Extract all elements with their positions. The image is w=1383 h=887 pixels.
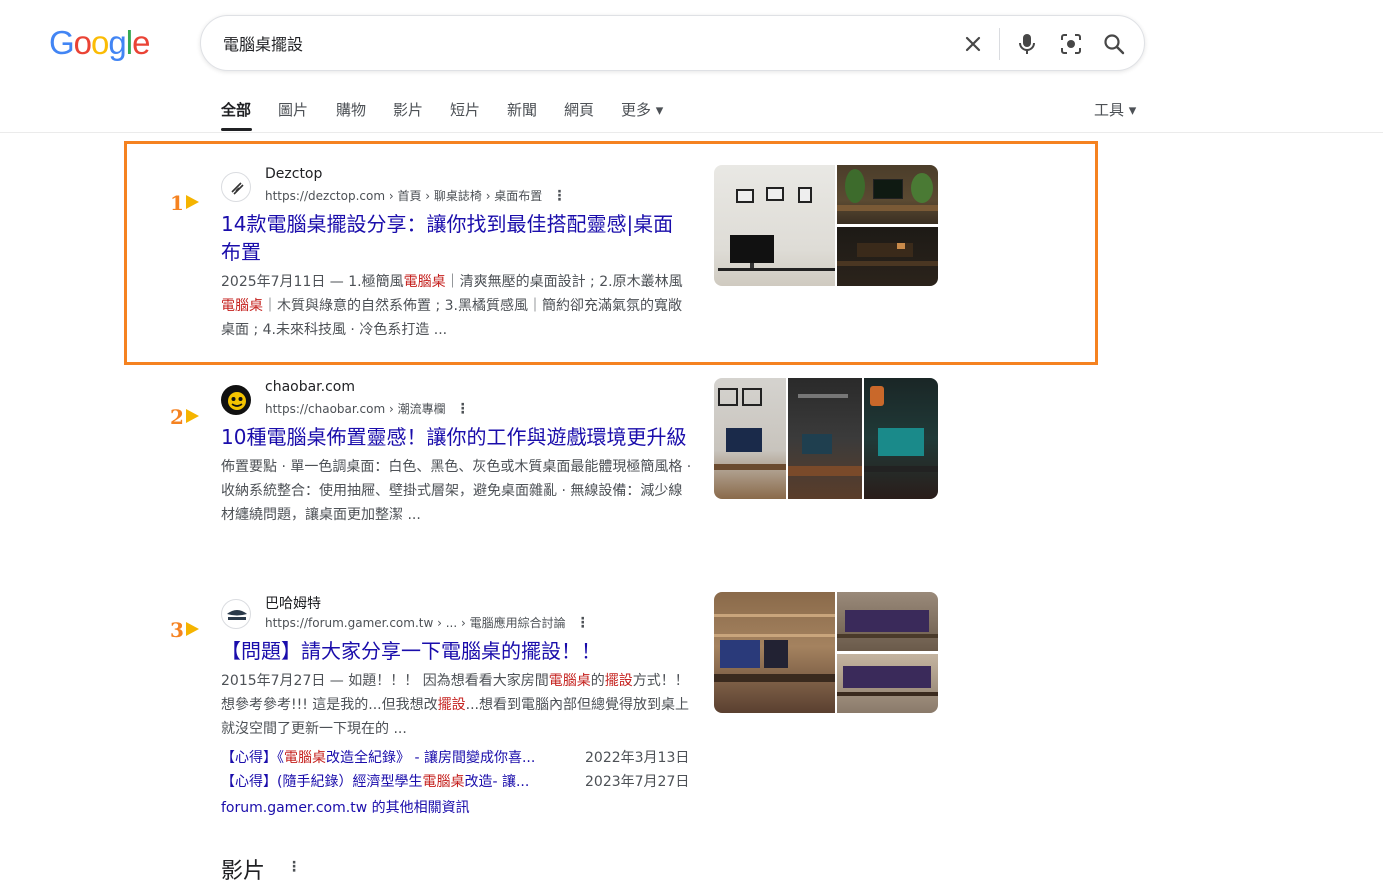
site-name: Dezctop [265, 166, 323, 182]
more-results-link[interactable]: forum.gamer.com.tw 的其他相關資訊 [221, 797, 693, 817]
result-thumbnails[interactable] [714, 165, 938, 286]
thumbnail-image[interactable] [837, 165, 938, 224]
thumbnail-image[interactable] [788, 378, 862, 499]
section-title: 影片 [221, 859, 266, 884]
site-favicon [221, 385, 251, 415]
site-url: https://chaobar.com › 潮流專欄 ⋮ [265, 401, 470, 417]
result-marker-3: 3 [170, 618, 199, 642]
result-title[interactable]: 14款電腦桌擺設分享：讓你找到最佳搭配靈感|桌面布置 [221, 210, 693, 266]
sublink-date: 2022年3月13日 [585, 750, 690, 766]
result-title[interactable]: 10種電腦桌佈置靈感！讓你的工作與遊戲環境更升級 [221, 423, 693, 451]
search-result: 巴哈姆特 https://forum.gamer.com.tw › ... › … [221, 593, 693, 817]
logo-letter: o [73, 24, 92, 61]
google-logo[interactable]: Google [49, 24, 150, 62]
arrow-icon [185, 622, 199, 636]
microphone-icon[interactable] [1013, 30, 1041, 58]
marker-number: 3 [170, 618, 184, 642]
search-divider [999, 28, 1000, 60]
close-icon[interactable] [959, 30, 987, 58]
site-name: 巴哈姆特 [265, 596, 321, 612]
snippet-text: 2015年7月27日 — 如題！！！ 因為想看看大家房間 [221, 673, 549, 689]
snippet-text: ｜木質與綠意的自然系佈置 ; 3.黑橘質感風｜簡約卻充滿氣氛的寬敞桌面 ; 4.… [221, 298, 682, 338]
result-source[interactable]: 巴哈姆特 https://forum.gamer.com.tw › ... › … [221, 593, 693, 637]
sublink-row[interactable]: 【心得】(隨手紀錄）經濟型學生電腦桌改造- 讓... 2023年7月27日 [221, 771, 693, 795]
site-favicon [221, 172, 251, 202]
site-url: https://dezctop.com › 首頁 › 聊桌誌椅 › 桌面布置 ⋮ [265, 188, 566, 204]
more-options-icon[interactable]: ⋮ [456, 401, 470, 417]
search-icon[interactable] [1100, 30, 1128, 58]
tools-button[interactable]: 工具 ▾ [1094, 99, 1136, 120]
thumbnail-image[interactable] [714, 378, 786, 499]
tab-images[interactable]: 圖片 [278, 99, 308, 120]
arrow-icon [185, 195, 199, 209]
result-snippet: 2015年7月27日 — 如題！！！ 因為想看看大家房間電腦桌的擺設方式！！想參… [221, 669, 693, 741]
thumbnail-image[interactable] [714, 592, 835, 713]
site-url: https://forum.gamer.com.tw › ... › 電腦應用綜… [265, 615, 590, 631]
snippet-highlight: 擺設 [437, 697, 466, 713]
result-source[interactable]: Dezctop https://dezctop.com › 首頁 › 聊桌誌椅 … [221, 166, 693, 210]
tab-videos[interactable]: 影片 [393, 99, 423, 120]
snippet-highlight: 電腦桌 [548, 673, 591, 689]
thumbnail-image[interactable] [864, 378, 938, 499]
result-title[interactable]: 【問題】請大家分享一下電腦桌的擺設！！ [221, 637, 693, 665]
thumbnail-image[interactable] [837, 227, 938, 286]
tab-all[interactable]: 全部 [221, 99, 251, 120]
marker-number: 1 [170, 191, 184, 215]
snippet-text: 2025年7月11日 — 1.極簡風 [221, 274, 404, 290]
result-snippet: 2025年7月11日 — 1.極簡風電腦桌｜清爽無壓的桌面設計 ; 2.原木叢林… [221, 270, 693, 342]
header-divider [0, 132, 1383, 133]
result-thumbnails[interactable] [714, 592, 938, 713]
sublink[interactable]: 【心得】《電腦桌改造全紀錄》 - 讓房間變成你喜... [221, 747, 535, 767]
logo-letter: g [108, 24, 126, 61]
thumbnail-image[interactable] [714, 165, 835, 286]
more-options-icon[interactable]: ⋮ [287, 859, 301, 875]
more-options-icon[interactable]: ⋮ [576, 615, 590, 631]
search-result: Dezctop https://dezctop.com › 首頁 › 聊桌誌椅 … [221, 166, 693, 342]
tab-news[interactable]: 新聞 [507, 99, 537, 120]
marker-number: 2 [170, 405, 184, 429]
sublink-date: 2023年7月27日 [585, 774, 690, 790]
arrow-icon [185, 409, 199, 423]
snippet-text: ｜清爽無壓的桌面設計 ; 2.原木叢林風 [445, 274, 683, 290]
tab-shopping[interactable]: 購物 [336, 99, 366, 120]
result-source[interactable]: chaobar.com https://chaobar.com › 潮流專欄 ⋮ [221, 379, 693, 423]
snippet-highlight: 電腦桌 [403, 274, 446, 290]
active-tab-indicator [221, 128, 252, 131]
result-snippet: 佈置要點 · 單一色調桌面：白色、黑色、灰色或木質桌面最能體現極簡風格 · 收納… [221, 455, 693, 527]
more-options-icon[interactable]: ⋮ [552, 188, 566, 204]
snippet-highlight: 擺設 [604, 673, 633, 689]
thumbnail-image[interactable] [837, 654, 938, 713]
sublink[interactable]: 【心得】(隨手紀錄）經濟型學生電腦桌改造- 讓... [221, 771, 529, 791]
logo-letter: o [91, 24, 109, 61]
search-input[interactable]: 電腦桌擺設 [223, 31, 303, 55]
snippet-highlight: 電腦桌 [221, 298, 263, 314]
tab-web[interactable]: 網頁 [564, 99, 594, 120]
logo-letter: e [132, 24, 150, 61]
site-favicon [221, 599, 251, 629]
camera-lens-icon[interactable] [1057, 30, 1085, 58]
result-thumbnails[interactable] [714, 378, 938, 499]
site-name: chaobar.com [265, 379, 356, 395]
search-box[interactable]: 電腦桌擺設 [200, 15, 1145, 71]
result-marker-2: 2 [170, 405, 199, 429]
snippet-text: 佈置要點 · 單一色調桌面：白色、黑色、灰色或木質桌面最能體現極簡風格 · 收納… [221, 459, 692, 523]
logo-letter: G [49, 24, 75, 61]
search-result: chaobar.com https://chaobar.com › 潮流專欄 ⋮ … [221, 379, 693, 527]
thumbnail-image[interactable] [837, 592, 938, 651]
result-marker-1: 1 [170, 191, 199, 215]
snippet-text: 的 [590, 673, 605, 689]
sublink-row[interactable]: 【心得】《電腦桌改造全紀錄》 - 讓房間變成你喜... 2022年3月13日 [221, 747, 693, 771]
tab-shorts[interactable]: 短片 [450, 99, 480, 120]
tab-more[interactable]: 更多 ▾ [621, 99, 663, 120]
